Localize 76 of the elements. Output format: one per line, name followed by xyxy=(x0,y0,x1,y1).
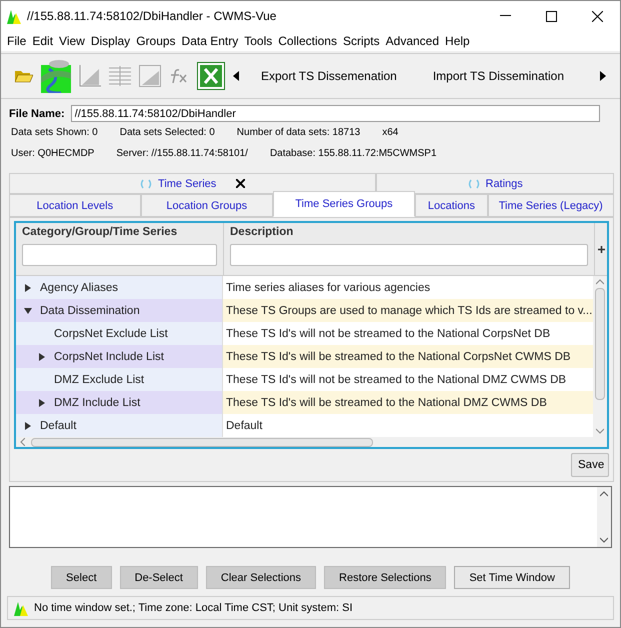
menu-item[interactable]: View xyxy=(57,34,89,48)
menu-item[interactable]: Collections xyxy=(276,34,341,48)
info-text: Number of data sets: 18713 xyxy=(236,126,360,138)
status-text: No time window set.; Time zone: Local Time CST; Unit system: SI xyxy=(34,602,352,614)
loading-icon xyxy=(140,178,152,188)
action-button[interactable]: Select xyxy=(51,566,112,589)
tab[interactable]: Location Groups xyxy=(140,194,273,217)
tree-cell[interactable]: CorpsNet Exclude List xyxy=(16,322,223,345)
menu-item[interactable]: File xyxy=(5,34,30,48)
file-name-field[interactable]: //155.88.11.74:58102/DbiHandler xyxy=(70,105,600,122)
filter-field[interactable] xyxy=(230,244,588,266)
scroll-down-icon[interactable] xyxy=(600,537,608,543)
filter-field[interactable] xyxy=(22,244,217,266)
info-text: Server: //155.88.11.74:58101/ xyxy=(116,148,248,158)
action-button[interactable]: Restore Selections xyxy=(324,566,446,589)
toolbar-button[interactable]: Export TS Dissemenation xyxy=(247,61,411,91)
tab[interactable]: Time Series xyxy=(9,173,376,194)
scroll-right-icon[interactable] xyxy=(600,71,606,81)
tree-cell[interactable]: DMZ Exclude List xyxy=(16,368,223,391)
tree-cell[interactable]: Data Dissemination xyxy=(16,299,223,322)
expand-arrow-icon[interactable] xyxy=(25,284,31,292)
save-button[interactable]: Save xyxy=(571,453,609,477)
menu-item[interactable]: Groups xyxy=(134,34,180,48)
info-text: Data sets Selected: 0 xyxy=(120,126,215,138)
expand-arrow-icon[interactable] xyxy=(39,352,45,360)
table-cell: These TS Id's will be streamed to the National DMZ CWMS DB xyxy=(223,391,593,414)
tab[interactable]: Ratings xyxy=(376,173,614,194)
tab-label: Time Series xyxy=(158,178,216,190)
folder-icon[interactable] xyxy=(15,69,33,83)
scroll-up-icon[interactable] xyxy=(596,279,604,285)
tab[interactable]: Location Levels xyxy=(9,194,141,217)
tab[interactable]: Time Series (Legacy) xyxy=(488,194,614,217)
menu-item[interactable]: Data Entry xyxy=(180,34,242,48)
tab[interactable]: Time Series Groups xyxy=(272,191,416,217)
app-logo-icon xyxy=(7,8,21,24)
expand-arrow-icon[interactable] xyxy=(39,398,45,406)
menu-item[interactable]: Display xyxy=(88,34,134,48)
action-button[interactable]: De-Select xyxy=(120,566,198,589)
close-icon[interactable] xyxy=(236,179,246,188)
menu-item[interactable]: Scripts xyxy=(340,34,384,48)
file-name-label: File Name: xyxy=(9,108,65,120)
expand-arrow-icon[interactable] xyxy=(25,422,31,430)
scroll-up-icon[interactable] xyxy=(600,491,608,497)
column-header: Category/Group/Time Series xyxy=(22,226,178,238)
text-area[interactable] xyxy=(9,486,612,548)
table-cell: These TS Groups are used to manage which TS Ids are streamed to v... xyxy=(223,299,593,322)
vertical-scrollbar[interactable] xyxy=(593,276,607,437)
spreadsheet-icon[interactable] xyxy=(197,62,225,90)
landscape-icon[interactable] xyxy=(41,59,71,93)
info-text: Data sets Shown: 0 xyxy=(11,126,98,138)
column-header: Description xyxy=(230,226,294,238)
add-column-icon[interactable] xyxy=(598,246,604,252)
tree-cell[interactable]: CorpsNet Include List xyxy=(16,345,223,368)
action-button[interactable]: Set Time Window xyxy=(454,566,570,589)
table-cell: These TS Id's will be streamed to the National CorpsNet CWMS DB xyxy=(223,345,593,368)
app-logo-icon xyxy=(14,600,28,616)
collapse-arrow-icon[interactable] xyxy=(24,308,32,314)
menu-item[interactable]: Edit xyxy=(30,34,58,48)
action-button[interactable]: Clear Selections xyxy=(206,566,316,589)
menu-item[interactable]: Help xyxy=(443,34,474,48)
info-text: x64 xyxy=(382,126,398,138)
info-text: User: Q0HECMDP xyxy=(11,148,94,158)
loading-icon xyxy=(468,178,480,188)
tree-cell[interactable]: DMZ Include List xyxy=(16,391,223,414)
scroll-down-icon[interactable] xyxy=(596,428,604,434)
toolbar-button[interactable]: Import TS Dissemination xyxy=(418,61,578,91)
window-title: //155.88.11.74:58102/DbiHandler - CWMS-Vue xyxy=(27,9,278,23)
menu-item[interactable]: Advanced xyxy=(384,34,444,48)
horizontal-scrollbar[interactable] xyxy=(16,437,607,447)
info-text: Database: 155.88.11.72:M5CWMSP1 xyxy=(270,148,437,158)
tab[interactable]: Locations xyxy=(415,194,488,217)
tab-label: Ratings xyxy=(486,178,523,190)
menu-item[interactable]: Tools xyxy=(242,34,276,48)
tree-cell[interactable]: Agency Aliases xyxy=(16,276,223,299)
scroll-left-icon[interactable] xyxy=(233,71,239,81)
tree-cell[interactable]: Default xyxy=(16,414,223,437)
